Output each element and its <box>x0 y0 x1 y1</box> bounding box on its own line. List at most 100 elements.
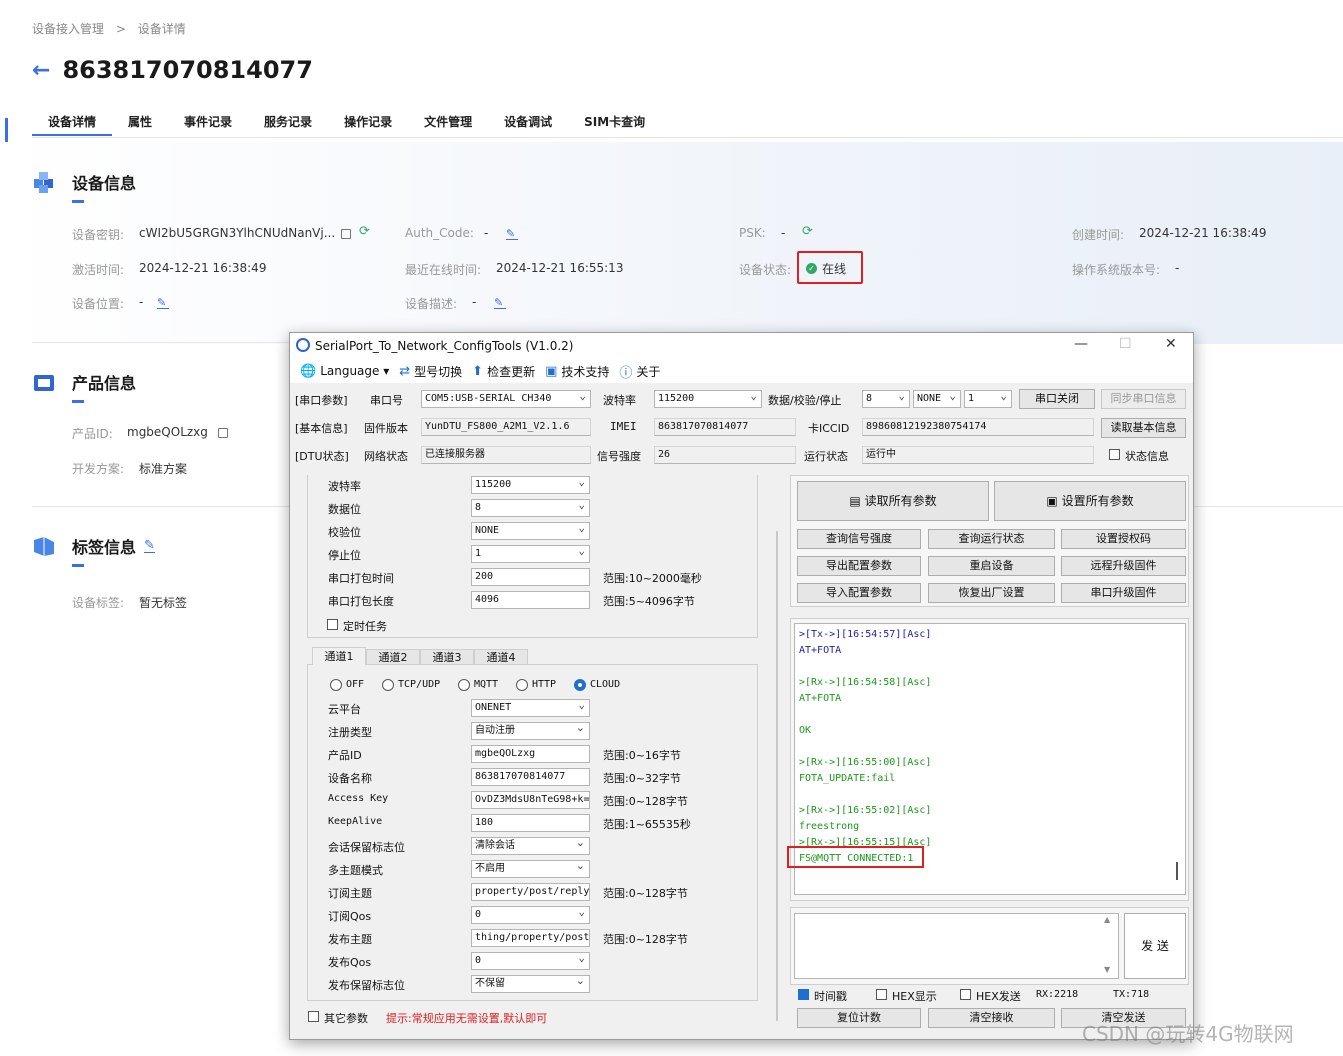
action-button[interactable]: 远程升级固件 <box>1061 556 1186 576</box>
data-bits-select[interactable]: 8 <box>862 390 910 408</box>
port-select[interactable]: COM5:USB-SERIAL CH340 <box>421 390 591 408</box>
setting-select[interactable]: 115200 <box>471 476 590 494</box>
status-label: 设备状态: <box>739 263 792 277</box>
setting-select[interactable]: 不启用 <box>471 860 590 878</box>
tab-device-detail[interactable]: 设备详情 <box>32 112 113 136</box>
close-port-button[interactable]: 串口关闭 <box>1019 389 1095 409</box>
sync-port-button[interactable]: 同步串口信息 <box>1101 389 1186 409</box>
set-all-button[interactable]: ▣ 设置所有参数 <box>994 481 1186 521</box>
protocol-http-radio[interactable] <box>516 679 528 691</box>
window-titlebar[interactable]: SerialPort_To_Network_ConfigTools (V1.0.… <box>290 333 1193 359</box>
setting-select[interactable]: 不保留 <box>471 975 590 993</box>
back-arrow-icon[interactable]: ← <box>32 58 50 83</box>
action-button[interactable]: 串口升级固件 <box>1061 583 1186 603</box>
setting-input[interactable]: 180 <box>471 814 590 832</box>
tab-files[interactable]: 文件管理 <box>408 112 488 136</box>
protocol-off-label: OFF <box>346 679 365 690</box>
menu-check-update[interactable]: ⬆ 检查更新 <box>472 363 535 380</box>
channel-tab-3[interactable]: 通道3 <box>420 649 474 665</box>
splitter[interactable] <box>776 531 778 1021</box>
setting-select[interactable]: 8 <box>471 499 590 517</box>
protocol-mqtt-radio[interactable] <box>458 679 470 691</box>
tab-sim[interactable]: SIM卡查询 <box>568 112 661 136</box>
action-button[interactable]: 重启设备 <box>928 556 1055 576</box>
setting-input[interactable]: mgbeQOLzxg <box>471 745 590 763</box>
parity-select[interactable]: NONE <box>913 390 961 408</box>
action-button[interactable]: 设置授权码 <box>1061 529 1186 549</box>
tab-services[interactable]: 服务记录 <box>248 112 328 136</box>
device-info-header: 设备信息 <box>32 170 136 194</box>
reset-count-button[interactable]: 复位计数 <box>797 1008 921 1028</box>
send-input[interactable] <box>794 913 1119 979</box>
menu-support[interactable]: ▣ 技术支持 <box>545 363 609 380</box>
setting-input[interactable]: 863817070814077 <box>471 768 590 786</box>
protocol-cloud-radio[interactable] <box>574 679 586 691</box>
hex-display-label: HEX显示 <box>892 990 937 1003</box>
setting-select[interactable]: NONE <box>471 522 590 540</box>
send-button[interactable]: 发 送 <box>1124 913 1186 979</box>
read-all-button[interactable]: ▤ 读取所有参数 <box>797 481 989 521</box>
protocol-off-radio[interactable] <box>330 679 342 691</box>
tab-properties[interactable]: 属性 <box>112 112 168 136</box>
status-info-checkbox[interactable] <box>1109 449 1120 460</box>
other-params-checkbox[interactable] <box>308 1011 319 1022</box>
tags-value: 暂无标签 <box>139 596 188 610</box>
setting-select[interactable]: 自动注册 <box>471 722 590 740</box>
copy-icon[interactable] <box>341 229 351 239</box>
edit-location-icon[interactable]: ✎ <box>157 297 169 309</box>
menu-language[interactable]: 🌐 Language ▾ <box>300 364 389 379</box>
window-title: SerialPort_To_Network_ConfigTools (V1.0.… <box>315 339 574 353</box>
edit-tags-icon[interactable]: ✎ <box>144 539 155 553</box>
scroll-up-icon[interactable]: ▲ <box>1104 915 1110 924</box>
menu-about[interactable]: ⓘ 关于 <box>619 362 660 381</box>
hex-send-checkbox[interactable] <box>960 989 971 1000</box>
setting-input[interactable]: thing/property/post <box>471 929 590 947</box>
setting-select[interactable]: ONENET <box>471 699 590 717</box>
created-label: 创建时间: <box>1072 228 1125 242</box>
action-button[interactable]: 导入配置参数 <box>797 583 921 603</box>
setting-input[interactable]: OvDZ3MdsU8nTeG98+k= <box>471 791 590 809</box>
read-basic-info-button[interactable]: 读取基本信息 <box>1101 418 1186 438</box>
channel-tab-1[interactable]: 通道1 <box>312 647 366 665</box>
setting-input[interactable]: 4096 <box>471 591 590 609</box>
action-button[interactable]: 查询信号强度 <box>797 529 921 549</box>
set-all-label: 设置所有参数 <box>1061 494 1134 508</box>
setting-select[interactable]: 0 <box>471 906 590 924</box>
clear-receive-button[interactable]: 清空接收 <box>928 1008 1055 1028</box>
edit-auth-code-icon[interactable]: ✎ <box>506 228 518 240</box>
breadcrumb-item-device-access[interactable]: 设备接入管理 <box>32 22 104 36</box>
log-scroll-thumb[interactable] <box>1176 862 1178 880</box>
setting-select[interactable]: 1 <box>471 545 590 563</box>
edit-description-icon[interactable]: ✎ <box>494 297 506 309</box>
setting-input[interactable]: 200 <box>471 568 590 586</box>
close-icon[interactable]: ✕ <box>1165 336 1177 352</box>
refresh-psk-icon[interactable]: ⟳ <box>802 224 813 239</box>
baud-select[interactable]: 115200 <box>654 390 762 408</box>
copy-product-id-icon[interactable] <box>218 428 228 438</box>
setting-select[interactable]: 0 <box>471 952 590 970</box>
stop-bits-select[interactable]: 1 <box>964 390 1012 408</box>
setting-input[interactable]: property/post/reply <box>471 883 590 901</box>
minimize-icon[interactable]: — <box>1074 336 1088 352</box>
hex-display-checkbox[interactable] <box>876 989 887 1000</box>
page-title: 863817070814077 <box>62 56 313 84</box>
action-button[interactable]: 查询运行状态 <box>928 529 1055 549</box>
channel-tab-4[interactable]: 通道4 <box>474 649 528 665</box>
refresh-secret-icon[interactable]: ⟳ <box>359 224 370 239</box>
activated-label: 激活时间: <box>72 263 125 277</box>
firmware-label: 固件版本 <box>364 422 408 435</box>
tab-events[interactable]: 事件记录 <box>168 112 248 136</box>
channel-tab-2[interactable]: 通道2 <box>366 649 420 665</box>
scroll-down-icon[interactable]: ▼ <box>1104 965 1110 974</box>
maximize-icon[interactable]: ☐ <box>1119 336 1132 352</box>
timer-task-checkbox[interactable] <box>327 619 338 630</box>
tab-debug[interactable]: 设备调试 <box>488 112 568 136</box>
action-button[interactable]: 恢复出厂设置 <box>928 583 1055 603</box>
protocol-tcp-radio[interactable] <box>382 679 394 691</box>
menu-model-switch[interactable]: ⇄ 型号切换 <box>399 363 462 380</box>
timestamp-checkbox[interactable] <box>798 989 809 1000</box>
action-button[interactable]: 导出配置参数 <box>797 556 921 576</box>
tab-operations[interactable]: 操作记录 <box>328 112 408 136</box>
setting-select[interactable]: 清除会话 <box>471 837 590 855</box>
product-info-underline <box>72 400 84 403</box>
